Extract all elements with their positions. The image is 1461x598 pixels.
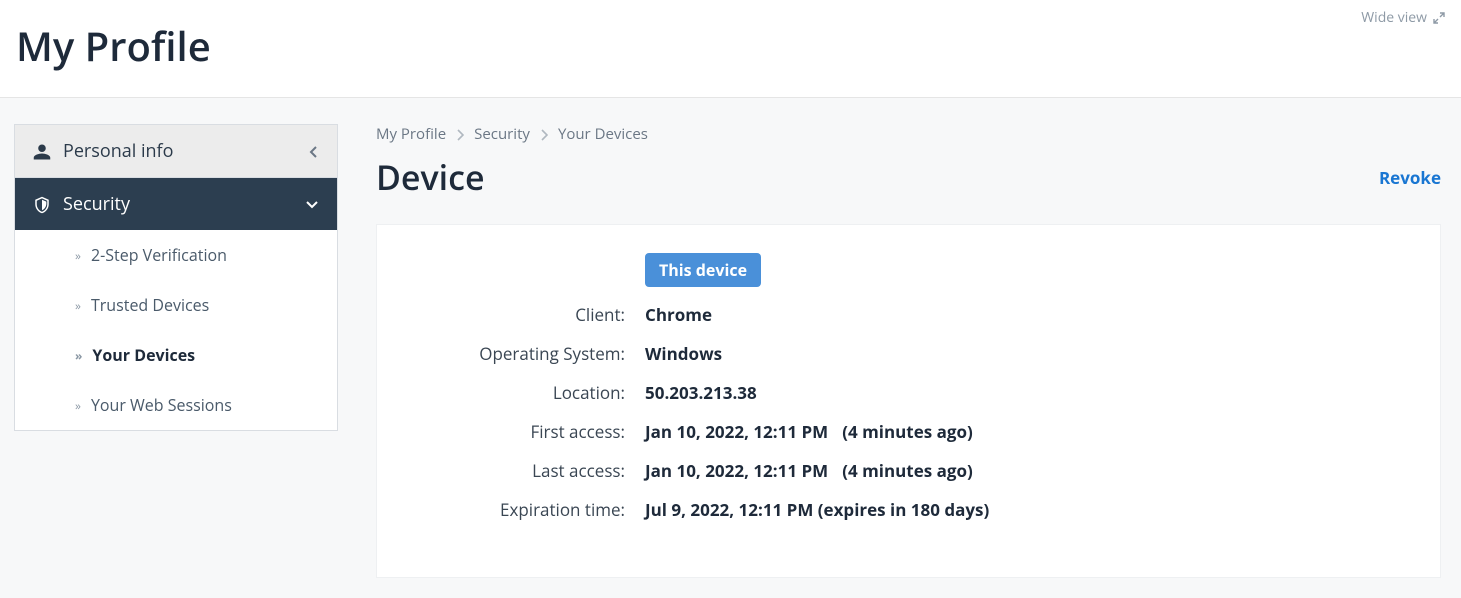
value-last-access: Jan 10, 2022, 12:11 PM (4 minutes ago) <box>645 459 973 482</box>
expand-icon <box>1433 8 1445 27</box>
row-expiration: Expiration time: Jul 9, 2022, 12:11 PM (… <box>401 498 1416 521</box>
sidebar: Personal info Security » 2-Step Verifica… <box>14 124 338 431</box>
breadcrumb-your-devices[interactable]: Your Devices <box>558 124 648 144</box>
chevron-left-icon <box>309 142 319 161</box>
row-last-access: Last access: Jan 10, 2022, 12:11 PM (4 m… <box>401 459 1416 482</box>
label-client: Client: <box>401 303 645 326</box>
device-card: This device Client: Chrome Operating Sys… <box>376 224 1441 578</box>
last-access-ts: Jan 10, 2022, 12:11 PM <box>645 459 828 482</box>
label-first-access: First access: <box>401 420 645 443</box>
main-area: Personal info Security » 2-Step Verifica… <box>0 98 1461 598</box>
sidebar-item-personal-info[interactable]: Personal info <box>15 125 337 178</box>
row-os: Operating System: Windows <box>401 342 1416 365</box>
value-location: 50.203.213.38 <box>645 381 757 404</box>
wide-view-toggle[interactable]: Wide view <box>1361 8 1445 27</box>
subitem-label: Trusted Devices <box>91 294 209 316</box>
chevron-right-icon <box>540 124 548 144</box>
value-client: Chrome <box>645 303 712 326</box>
row-location: Location: 50.203.213.38 <box>401 381 1416 404</box>
value-first-access: Jan 10, 2022, 12:11 PM (4 minutes ago) <box>645 420 973 443</box>
row-client: Client: Chrome <box>401 303 1416 326</box>
content-title: Device <box>376 154 485 200</box>
breadcrumb-my-profile[interactable]: My Profile <box>376 124 446 144</box>
subitem-label: Your Devices <box>92 344 195 366</box>
user-icon <box>33 139 51 163</box>
sidebar-subitem-your-devices[interactable]: » Your Devices <box>15 330 337 380</box>
subitem-label: 2-Step Verification <box>91 244 227 266</box>
revoke-button[interactable]: Revoke <box>1379 166 1441 189</box>
double-chevron-icon: » <box>75 347 82 364</box>
label-last-access: Last access: <box>401 459 645 482</box>
chevron-down-icon <box>305 195 319 214</box>
sidebar-subitem-web-sessions[interactable]: » Your Web Sessions <box>15 380 337 430</box>
security-sublist: » 2-Step Verification » Trusted Devices … <box>15 230 337 430</box>
first-access-rel: (4 minutes ago) <box>842 420 973 443</box>
badge-row: This device <box>401 253 1416 287</box>
wide-view-label: Wide view <box>1361 8 1427 27</box>
label-location: Location: <box>401 381 645 404</box>
page-title: My Profile <box>16 18 211 73</box>
sidebar-subitem-2step[interactable]: » 2-Step Verification <box>15 230 337 280</box>
double-chevron-icon: » <box>75 397 81 414</box>
value-expiration: Jul 9, 2022, 12:11 PM (expires in 180 da… <box>645 498 989 521</box>
this-device-badge: This device <box>645 253 761 287</box>
sidebar-subitem-trusted-devices[interactable]: » Trusted Devices <box>15 280 337 330</box>
badge-cell: This device <box>645 253 761 287</box>
breadcrumb: My Profile Security Your Devices <box>376 124 1441 144</box>
page-header: My Profile Wide view <box>0 0 1461 98</box>
label-os: Operating System: <box>401 342 645 365</box>
content: My Profile Security Your Devices Device … <box>376 124 1441 578</box>
double-chevron-icon: » <box>75 247 81 264</box>
value-os: Windows <box>645 342 722 365</box>
first-access-ts: Jan 10, 2022, 12:11 PM <box>645 420 828 443</box>
subitem-label: Your Web Sessions <box>91 394 232 416</box>
sidebar-label-personal: Personal info <box>63 139 173 163</box>
chevron-right-icon <box>456 124 464 144</box>
sidebar-item-security[interactable]: Security <box>15 178 337 230</box>
content-header: Device Revoke <box>376 154 1441 200</box>
row-first-access: First access: Jan 10, 2022, 12:11 PM (4 … <box>401 420 1416 443</box>
double-chevron-icon: » <box>75 297 81 314</box>
breadcrumb-security[interactable]: Security <box>474 124 530 144</box>
last-access-rel: (4 minutes ago) <box>842 459 973 482</box>
shield-icon <box>33 192 51 216</box>
label-expiration: Expiration time: <box>401 498 645 521</box>
sidebar-label-security: Security <box>63 192 130 216</box>
